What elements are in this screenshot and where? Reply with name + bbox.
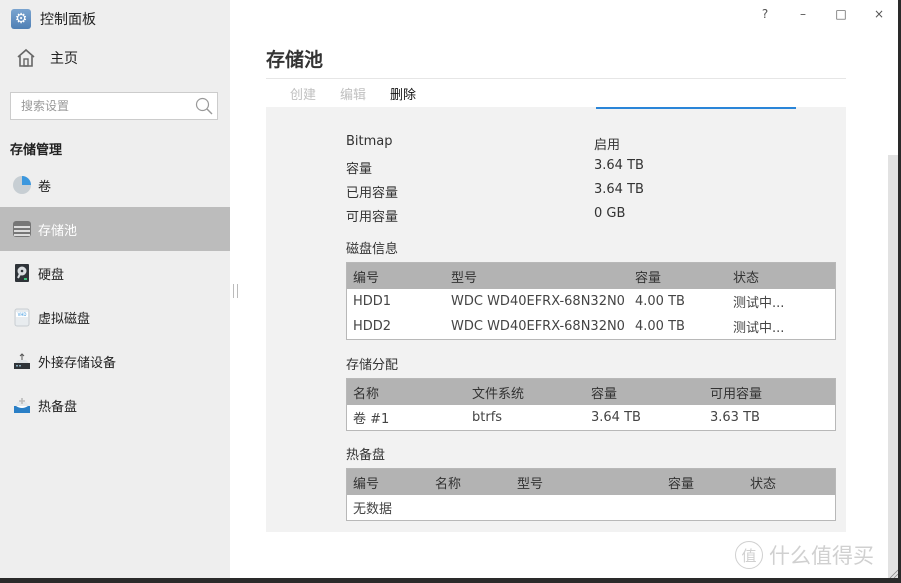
property-key: Bitmap bbox=[346, 134, 393, 149]
sidebar-item-label: 外接存储设备 bbox=[38, 355, 117, 371]
sidebar-splitter-handle[interactable] bbox=[233, 284, 238, 298]
loading-bar bbox=[596, 107, 796, 109]
close-button[interactable]: × bbox=[860, 0, 898, 28]
cell: HDD1 bbox=[353, 294, 392, 309]
table-row[interactable]: HDD1 WDC WD40EFRX-68N32N0 4.00 TB 测试中... bbox=[347, 289, 836, 314]
resize-grip-icon[interactable] bbox=[888, 568, 898, 578]
sidebar-item-storage-pool[interactable]: 存储池 bbox=[0, 207, 230, 251]
disk-info-label: 磁盘信息 bbox=[346, 242, 399, 257]
table-header-row: 编号 名称 型号 容量 状态 bbox=[346, 468, 836, 495]
table-row[interactable]: 卷 #1 btrfs 3.64 TB 3.63 TB bbox=[347, 405, 836, 431]
app-title: ⚙ 控制面板 bbox=[11, 8, 96, 30]
property-value: 0 GB bbox=[594, 206, 626, 221]
gear-icon: ⚙ bbox=[11, 9, 31, 29]
sidebar-item-external-storage[interactable]: 外接存储设备 bbox=[0, 339, 230, 383]
svg-text:VHD: VHD bbox=[18, 312, 27, 317]
cell: 卷 #1 bbox=[353, 412, 390, 427]
cell: HDD2 bbox=[353, 319, 392, 334]
cell: WDC WD40EFRX-68N32N0 bbox=[451, 294, 625, 309]
table-row[interactable]: HDD2 WDC WD40EFRX-68N32N0 4.00 TB 测试中... bbox=[347, 314, 836, 340]
home-label: 主页 bbox=[50, 51, 78, 67]
app-title-text: 控制面板 bbox=[40, 12, 96, 28]
column-header: 型号 bbox=[445, 262, 629, 289]
pie-chart-icon bbox=[12, 175, 32, 195]
watermark-badge-icon: 值 bbox=[735, 541, 763, 569]
column-header: 型号 bbox=[511, 468, 662, 495]
page-title: 存储池 bbox=[266, 49, 324, 71]
column-header: 可用容量 bbox=[704, 378, 836, 405]
search-input[interactable] bbox=[19, 98, 193, 114]
sidebar-item-hot-spare[interactable]: 热备盘 bbox=[0, 383, 230, 427]
window-controls: ? – □ × bbox=[746, 0, 898, 28]
hot-spare-label: 热备盘 bbox=[346, 448, 386, 463]
cell: 4.00 TB bbox=[635, 294, 685, 309]
column-header: 状态 bbox=[744, 468, 836, 495]
sidebar-item-label: 存储池 bbox=[38, 223, 78, 239]
column-header: 名称 bbox=[429, 468, 511, 495]
sidebar-item-virtual-disk[interactable]: VHD 虚拟磁盘 bbox=[0, 295, 230, 339]
search-box bbox=[10, 92, 218, 120]
sidebar-nav: 卷 存储池 硬盘 VHD 虚拟磁盘 外接存储设备 热备盘 bbox=[0, 163, 230, 427]
control-panel-window: ⚙ 控制面板 主页 存储管理 卷 bbox=[0, 0, 898, 578]
sidebar-item-label: 硬盘 bbox=[38, 267, 65, 283]
sidebar-item-label: 热备盘 bbox=[38, 399, 78, 415]
sidebar-item-label: 虚拟磁盘 bbox=[38, 311, 91, 327]
maximize-button[interactable]: □ bbox=[822, 0, 860, 28]
allocation-label: 存储分配 bbox=[346, 358, 399, 373]
hard-disk-icon bbox=[12, 263, 32, 283]
storage-pool-details: Bitmap 启用 容量 3.64 TB 已用容量 3.64 TB 可用容量 0… bbox=[266, 107, 846, 532]
storage-pool-icon bbox=[12, 219, 32, 239]
property-value: 3.64 TB bbox=[594, 158, 644, 173]
property-value: 3.64 TB bbox=[594, 182, 644, 197]
column-header: 编号 bbox=[346, 468, 429, 495]
help-button[interactable]: ? bbox=[746, 0, 784, 28]
search-icon[interactable] bbox=[195, 97, 213, 115]
column-header: 状态 bbox=[727, 262, 836, 289]
minimize-button[interactable]: – bbox=[784, 0, 822, 28]
cell: btrfs bbox=[472, 410, 503, 425]
cell: 测试中... bbox=[733, 296, 785, 311]
sidebar-item-hard-disk[interactable]: 硬盘 bbox=[0, 251, 230, 295]
property-key: 可用容量 bbox=[346, 210, 399, 225]
hot-spare-icon bbox=[12, 395, 32, 415]
section-title-storage: 存储管理 bbox=[10, 143, 63, 158]
column-header: 编号 bbox=[346, 262, 445, 289]
home-link[interactable]: 主页 bbox=[16, 48, 78, 68]
table-empty-row: 无数据 bbox=[347, 495, 836, 521]
cell: 3.64 TB bbox=[591, 410, 641, 425]
create-button[interactable]: 创建 bbox=[290, 84, 316, 103]
column-header: 容量 bbox=[629, 262, 727, 289]
property-key: 容量 bbox=[346, 162, 373, 177]
property-value: 启用 bbox=[594, 138, 621, 153]
column-header: 文件系统 bbox=[466, 378, 585, 405]
disk-info-table: 编号 型号 容量 状态 HDD1 WDC WD40EFRX-68N32N0 4.… bbox=[346, 262, 836, 340]
property-key: 已用容量 bbox=[346, 186, 399, 201]
cell: WDC WD40EFRX-68N32N0 bbox=[451, 319, 625, 334]
watermark: 值 什么值得买 bbox=[735, 540, 874, 570]
table-header-row: 编号 型号 容量 状态 bbox=[346, 262, 836, 289]
vhd-icon: VHD bbox=[12, 307, 32, 327]
cell: 测试中... bbox=[733, 321, 785, 336]
cell: 3.63 TB bbox=[710, 410, 760, 425]
empty-text: 无数据 bbox=[353, 502, 393, 517]
sidebar-item-volume[interactable]: 卷 bbox=[0, 163, 230, 207]
hot-spare-table: 编号 名称 型号 容量 状态 无数据 bbox=[346, 468, 836, 521]
toolbar: 创建 编辑 删除 bbox=[266, 78, 846, 108]
usb-drive-icon bbox=[12, 351, 32, 371]
cell: 4.00 TB bbox=[635, 319, 685, 334]
vertical-scrollbar[interactable] bbox=[888, 155, 898, 578]
column-header: 容量 bbox=[585, 378, 704, 405]
column-header: 容量 bbox=[662, 468, 744, 495]
home-icon bbox=[17, 48, 35, 67]
column-header: 名称 bbox=[346, 378, 466, 405]
edit-button[interactable]: 编辑 bbox=[340, 84, 366, 103]
watermark-text: 什么值得买 bbox=[769, 544, 874, 568]
table-header-row: 名称 文件系统 容量 可用容量 bbox=[346, 378, 836, 405]
sidebar-item-label: 卷 bbox=[38, 179, 52, 195]
allocation-table: 名称 文件系统 容量 可用容量 卷 #1 btrfs 3.64 TB 3.63 … bbox=[346, 378, 836, 431]
delete-button[interactable]: 删除 bbox=[390, 84, 416, 103]
sidebar: ⚙ 控制面板 主页 存储管理 卷 bbox=[0, 0, 230, 578]
